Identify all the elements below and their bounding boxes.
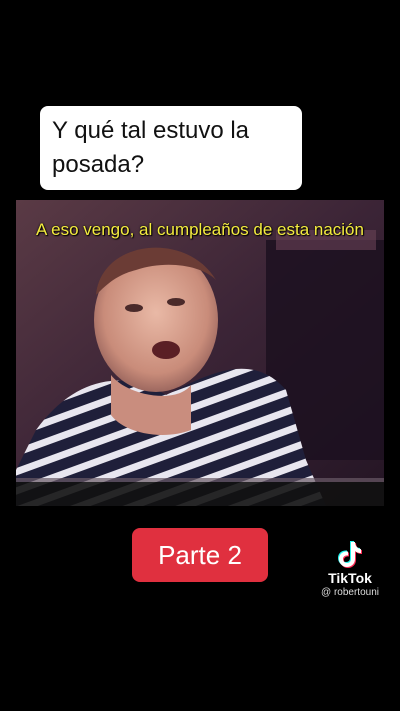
tiktok-watermark: TikTok @ robertouni <box>310 540 390 598</box>
part-label-button[interactable]: Parte 2 <box>132 528 268 582</box>
video-frame <box>16 200 384 506</box>
question-line-2: posada? <box>52 151 145 178</box>
question-caption: Y qué tal estuvo la posada? <box>40 106 302 190</box>
tiktok-logo-icon <box>338 541 362 568</box>
tiktok-brand-text: TikTok <box>328 570 372 586</box>
creator-handle: @ robertouni <box>321 587 379 598</box>
video-still-image <box>16 200 384 506</box>
video-subtitle: A eso vengo, al cumpleaños de esta nació… <box>36 220 364 239</box>
question-line-1: Y qué tal estuvo la <box>52 117 250 144</box>
